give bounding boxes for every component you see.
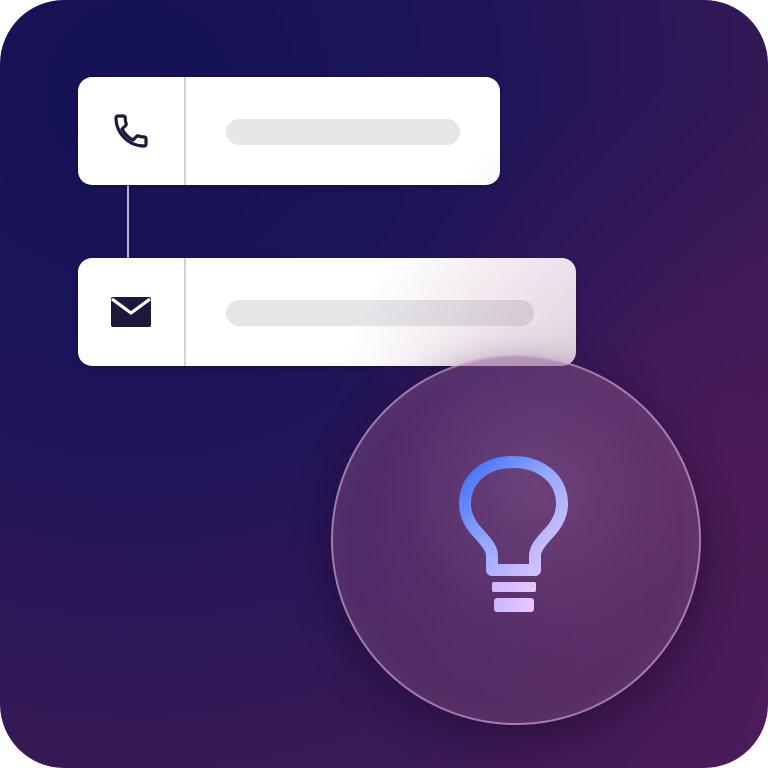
email-field[interactable] (78, 258, 576, 366)
email-field-divider (184, 258, 186, 366)
envelope-icon (111, 297, 151, 327)
phone-field[interactable] (78, 77, 500, 185)
email-icon-cell (78, 258, 184, 366)
phone-field-divider (184, 77, 186, 185)
email-placeholder-bar (226, 300, 534, 326)
contact-illustration-card (0, 0, 768, 768)
phone-icon-cell (78, 77, 184, 185)
phone-placeholder-bar (226, 119, 460, 145)
lightbulb-icon (459, 456, 568, 612)
field-connector-line (127, 185, 129, 258)
phone-icon (114, 114, 148, 148)
